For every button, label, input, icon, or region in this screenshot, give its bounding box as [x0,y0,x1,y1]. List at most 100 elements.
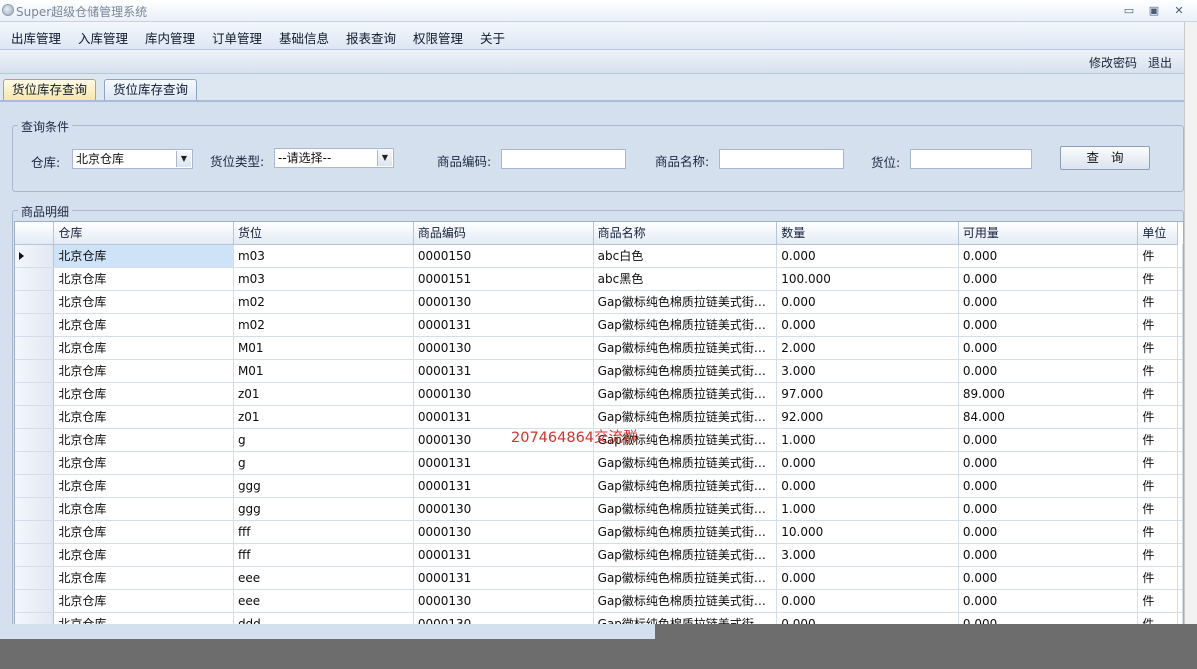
chevron-down-icon[interactable]: ▼ [176,151,191,167]
cell-product-name[interactable]: Gap徽标纯色棉质拉链美式街… [593,520,778,544]
cell-unit[interactable]: 件 [1137,313,1178,337]
cell-quantity[interactable]: 100.000 [776,267,959,291]
chevron-down-icon[interactable]: ▼ [377,150,392,166]
cell-quantity[interactable]: 10.000 [776,520,959,544]
cell-location[interactable]: eee [233,566,414,590]
cell-warehouse[interactable]: 北京仓库 [53,497,234,521]
table-row[interactable]: 北京仓库 g 0000131 Gap徽标纯色棉质拉链美式街… 0.000 0.000 件 [15,451,1183,475]
cell-product-name[interactable]: Gap徽标纯色棉质拉链美式街… [593,336,778,360]
cell-product-code[interactable]: 0000130 [413,589,594,613]
cell-product-code[interactable]: 0000131 [413,451,594,475]
cell-warehouse[interactable]: 北京仓库 [53,244,234,268]
cell-available[interactable]: 0.000 [958,336,1139,360]
cell-location[interactable]: m03 [233,267,414,291]
cell-quantity[interactable]: 0.000 [776,474,959,498]
cell-product-name[interactable]: abc白色 [593,244,778,268]
row-header[interactable] [15,359,55,383]
column-header-quantity[interactable]: 数量 [776,222,959,245]
cell-warehouse[interactable]: 北京仓库 [53,359,234,383]
cell-product-name[interactable]: abc黑色 [593,267,778,291]
minimize-icon[interactable]: ▭ [1120,3,1138,18]
cell-location[interactable]: g [233,428,414,452]
cell-location[interactable]: ggg [233,497,414,521]
cell-warehouse[interactable]: 北京仓库 [53,428,234,452]
cell-quantity[interactable]: 92.000 [776,405,959,429]
tab-location-stock-1[interactable]: 货位库存查询 [3,79,97,101]
cell-product-name[interactable]: Gap徽标纯色棉质拉链美式街… [593,474,778,498]
column-header-location[interactable]: 货位 [233,222,414,245]
cell-product-name[interactable]: Gap徽标纯色棉质拉链美式街… [593,543,778,567]
cell-available[interactable]: 0.000 [958,244,1139,268]
cell-location[interactable]: ggg [233,474,414,498]
cell-quantity[interactable]: 0.000 [776,290,959,314]
table-row[interactable]: 北京仓库 ggg 0000131 Gap徽标纯色棉质拉链美式街… 0.000 0.000 件 [15,474,1183,498]
column-header-unit[interactable]: 单位 [1137,222,1178,245]
cell-quantity[interactable]: 3.000 [776,543,959,567]
table-row[interactable]: 北京仓库 M01 0000130 Gap徽标纯色棉质拉链美式街… 2.000 0.000 件 [15,336,1183,360]
cell-product-code[interactable]: 0000131 [413,543,594,567]
cell-product-code[interactable]: 0000130 [413,497,594,521]
cell-product-name[interactable]: Gap徽标纯色棉质拉链美式街… [593,405,778,429]
table-row[interactable]: 北京仓库 M01 0000131 Gap徽标纯色棉质拉链美式街… 3.000 0.000 件 [15,359,1183,383]
tab-location-stock-2[interactable]: 货位库存查询 [104,79,198,101]
row-header[interactable] [15,267,55,291]
cell-product-name[interactable]: Gap徽标纯色棉质拉链美式街… [593,497,778,521]
cell-unit[interactable]: 件 [1137,451,1178,475]
column-header-available[interactable]: 可用量 [958,222,1139,245]
menu-orders[interactable]: 订单管理 [212,28,262,47]
cell-location[interactable]: M01 [233,336,414,360]
cell-unit[interactable]: 件 [1137,267,1178,291]
cell-quantity[interactable]: 97.000 [776,382,959,406]
cell-location[interactable]: m02 [233,313,414,337]
cell-quantity[interactable]: 1.000 [776,497,959,521]
cell-available[interactable]: 0.000 [958,267,1139,291]
cell-location[interactable]: g [233,451,414,475]
cell-product-code[interactable]: 0000130 [413,382,594,406]
table-row[interactable]: 北京仓库 z01 0000130 Gap徽标纯色棉质拉链美式街… 97.000 89.00… [15,382,1183,406]
warehouse-select[interactable]: 北京仓库 ▼ [72,149,193,169]
table-row[interactable]: 北京仓库 eee 0000131 Gap徽标纯色棉质拉链美式街… 0.000 0.000 件 [15,566,1183,590]
close-icon[interactable]: ✕ [1170,3,1188,18]
menu-reports[interactable]: 报表查询 [346,28,396,47]
cell-quantity[interactable]: 0.000 [776,589,959,613]
table-row[interactable]: 北京仓库 m02 0000131 Gap徽标纯色棉质拉链美式街… 0.000 0.000 件 [15,313,1183,337]
cell-product-name[interactable]: Gap徽标纯色棉质拉链美式街… [593,313,778,337]
table-row[interactable]: 北京仓库 fff 0000131 Gap徽标纯色棉质拉链美式街… 3.000 0.000 件 [15,543,1183,567]
table-row[interactable]: 北京仓库 m03 0000151 abc黑色 100.000 0.000 件 [15,267,1183,291]
column-header-warehouse[interactable]: 仓库 [53,222,234,245]
cell-warehouse[interactable]: 北京仓库 [53,267,234,291]
row-header[interactable] [15,428,55,452]
cell-available[interactable]: 0.000 [958,359,1139,383]
cell-product-name[interactable]: Gap徽标纯色棉质拉链美式街… [593,359,778,383]
cell-quantity[interactable]: 0.000 [776,451,959,475]
cell-product-code[interactable]: 0000131 [413,474,594,498]
table-row[interactable]: 北京仓库 z01 0000131 Gap徽标纯色棉质拉链美式街… 92.000 84.00… [15,405,1183,429]
cell-available[interactable]: 89.000 [958,382,1139,406]
row-header[interactable] [15,290,55,314]
cell-product-code[interactable]: 0000131 [413,313,594,337]
cell-available[interactable]: 84.000 [958,405,1139,429]
cell-unit[interactable]: 件 [1137,290,1178,314]
column-header-product-code[interactable]: 商品编码 [413,222,594,245]
cell-location[interactable]: z01 [233,382,414,406]
cell-product-code[interactable]: 0000151 [413,267,594,291]
cell-available[interactable]: 0.000 [958,566,1139,590]
cell-available[interactable]: 0.000 [958,543,1139,567]
cell-product-code[interactable]: 0000130 [413,520,594,544]
cell-quantity[interactable]: 0.000 [776,313,959,337]
cell-unit[interactable]: 件 [1137,543,1178,567]
cell-product-code[interactable]: 0000130 [413,290,594,314]
cell-available[interactable]: 0.000 [958,520,1139,544]
cell-product-code[interactable]: 0000130 [413,336,594,360]
cell-unit[interactable]: 件 [1137,589,1178,613]
cell-location[interactable]: fff [233,520,414,544]
cell-unit[interactable]: 件 [1137,336,1178,360]
cell-unit[interactable]: 件 [1137,405,1178,429]
table-row[interactable]: 北京仓库 m03 0000150 abc白色 0.000 0.000 件 [15,244,1183,268]
cell-location[interactable]: M01 [233,359,414,383]
cell-unit[interactable]: 件 [1137,244,1178,268]
row-header[interactable] [15,313,55,337]
cell-location[interactable]: z01 [233,405,414,429]
cell-product-code[interactable]: 0000131 [413,359,594,383]
cell-unit[interactable]: 件 [1137,497,1178,521]
